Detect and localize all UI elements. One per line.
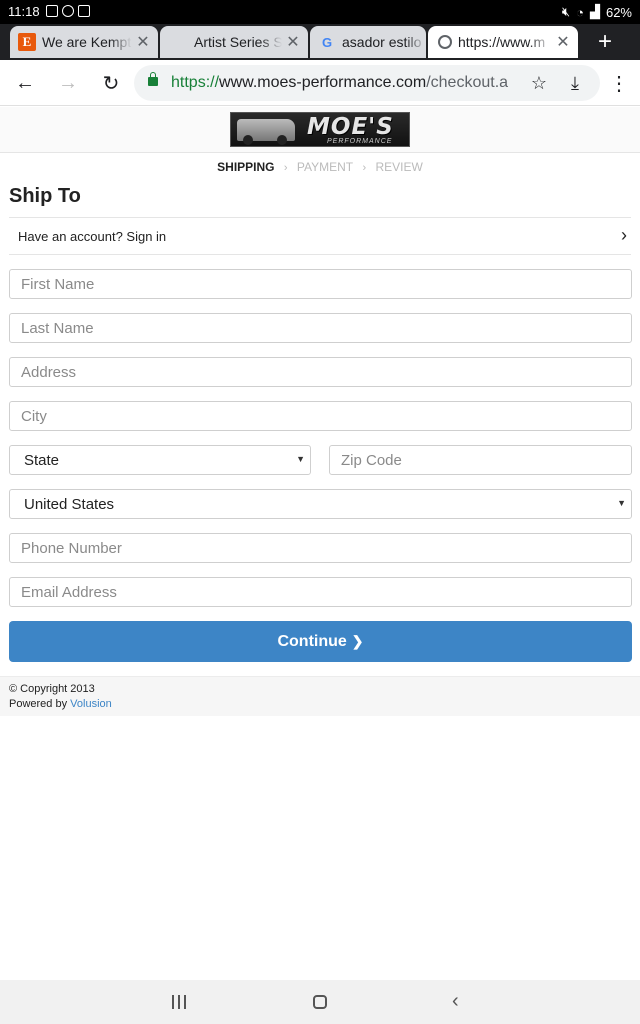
step-separator-icon: ›	[362, 162, 367, 174]
new-tab-button[interactable]: +	[598, 28, 612, 56]
forward-arrow-icon[interactable]: →	[55, 70, 81, 96]
logo-text: MOE'S	[307, 114, 394, 140]
address-field[interactable]	[9, 357, 632, 387]
google-favicon-icon: G	[321, 34, 333, 50]
tab-4-active[interactable]: https://www.m ✕	[428, 26, 578, 58]
chevron-right-icon: ❯	[351, 633, 364, 649]
tab-2[interactable]: Artist Series Sp ✕	[160, 26, 308, 58]
first-name-field[interactable]	[9, 269, 632, 299]
download-icon[interactable]: ⤓	[563, 71, 587, 95]
tab-strip: E We are Kempte ✕ Artist Series Sp ✕ G a…	[0, 24, 640, 60]
menu-icon[interactable]: ⋮	[606, 70, 632, 96]
globe-icon	[438, 35, 452, 49]
phone-number-field[interactable]	[9, 533, 632, 563]
tab-1[interactable]: E We are Kempte ✕	[10, 26, 158, 58]
url-path: /checkout.a	[426, 74, 509, 91]
powered-by: Powered by Volusion	[9, 698, 112, 710]
truck-image	[237, 119, 295, 145]
continue-button[interactable]: Continue ❯	[9, 621, 632, 662]
site-logo[interactable]: MOE'S PERFORMANCE	[230, 112, 410, 147]
status-bar: 11:18 🔇︎ ◔ ▟ 62%	[0, 0, 640, 24]
lock-icon	[148, 72, 158, 86]
back-arrow-icon[interactable]: ←	[12, 70, 38, 96]
status-time: 11:18	[8, 4, 40, 19]
site-header: MOE'S PERFORMANCE	[0, 107, 640, 153]
dropdown-arrow-icon: ▼	[296, 454, 305, 464]
status-left-icons	[46, 5, 90, 17]
tab-3[interactable]: G asador estilo	[310, 26, 426, 58]
email-address-field[interactable]	[9, 577, 632, 607]
checkout-steps: SHIPPING › PAYMENT › REVIEW	[0, 160, 640, 174]
zip-code-field[interactable]	[329, 445, 632, 475]
url-scheme: https://	[171, 74, 220, 91]
screen: 11:18 🔇︎ ◔ ▟ 62% E We are Kempte ✕ Artis…	[0, 0, 640, 1024]
form-title: Ship To	[9, 185, 81, 207]
step-shipping: SHIPPING	[217, 160, 275, 174]
url-text[interactable]: https://www.moes-performance.com/checkou…	[171, 74, 521, 92]
checkout-page: MOE'S PERFORMANCE SHIPPING › PAYMENT › R…	[0, 107, 640, 980]
state-select[interactable]: State ▼	[9, 445, 311, 475]
system-nav-bar: ‹	[0, 980, 640, 1024]
star-icon[interactable]: ☆	[527, 71, 551, 95]
tab-title: We are Kempte	[42, 34, 132, 50]
address-bar[interactable]: https://www.moes-performance.com/checkou…	[134, 65, 600, 101]
signal-icon: ▟	[589, 4, 600, 19]
tab-title: asador estilo	[342, 34, 422, 50]
battery-level: 62%	[605, 4, 632, 20]
tab-title: https://www.m	[458, 34, 546, 50]
last-name-field[interactable]	[9, 313, 632, 343]
step-payment: PAYMENT	[296, 160, 354, 174]
country-select[interactable]: United States ▼	[9, 489, 632, 519]
state-select-value: State	[24, 452, 60, 469]
calendar-icon	[78, 5, 90, 17]
signin-row[interactable]: Have an account? Sign in ›	[9, 217, 631, 255]
continue-label: Continue	[277, 632, 347, 650]
wifi-icon: ◔	[576, 4, 584, 20]
reload-icon[interactable]: ↻	[98, 70, 124, 96]
close-icon[interactable]: ✕	[282, 32, 304, 52]
home-icon[interactable]	[313, 995, 327, 1009]
status-right-icons: 🔇︎ ◔ ▟ 62%	[562, 4, 632, 20]
logo-subtext: PERFORMANCE	[327, 138, 393, 145]
city-field[interactable]	[9, 401, 632, 431]
page-footer: © Copyright 2013 Powered by Volusion	[0, 676, 640, 716]
url-host: www.moes-performance.com	[219, 74, 427, 91]
etsy-favicon-icon: E	[18, 33, 36, 51]
image-icon	[46, 5, 58, 17]
mute-icon: 🔇︎	[561, 4, 571, 19]
signin-prompt: Have an account? Sign in	[18, 229, 167, 244]
browser-toolbar: ← → ↻ https://www.moes-performance.com/c…	[0, 60, 640, 106]
country-select-value: United States	[24, 496, 115, 513]
notification-icon	[62, 5, 74, 17]
step-separator-icon: ›	[283, 162, 288, 174]
step-review: REVIEW	[375, 160, 423, 174]
close-icon[interactable]: ✕	[132, 32, 154, 52]
powered-by-text: Powered by	[9, 698, 68, 710]
copyright-text: © Copyright 2013	[9, 683, 95, 695]
recent-apps-icon[interactable]	[172, 995, 186, 1009]
blank-favicon-icon	[168, 33, 188, 51]
dropdown-arrow-icon: ▼	[617, 498, 626, 508]
back-icon[interactable]: ‹	[452, 990, 459, 1013]
tab-title: Artist Series Sp	[194, 34, 282, 50]
close-icon[interactable]: ✕	[552, 32, 574, 52]
chevron-right-icon: ›	[621, 225, 627, 245]
volusion-link[interactable]: Volusion	[70, 698, 112, 710]
